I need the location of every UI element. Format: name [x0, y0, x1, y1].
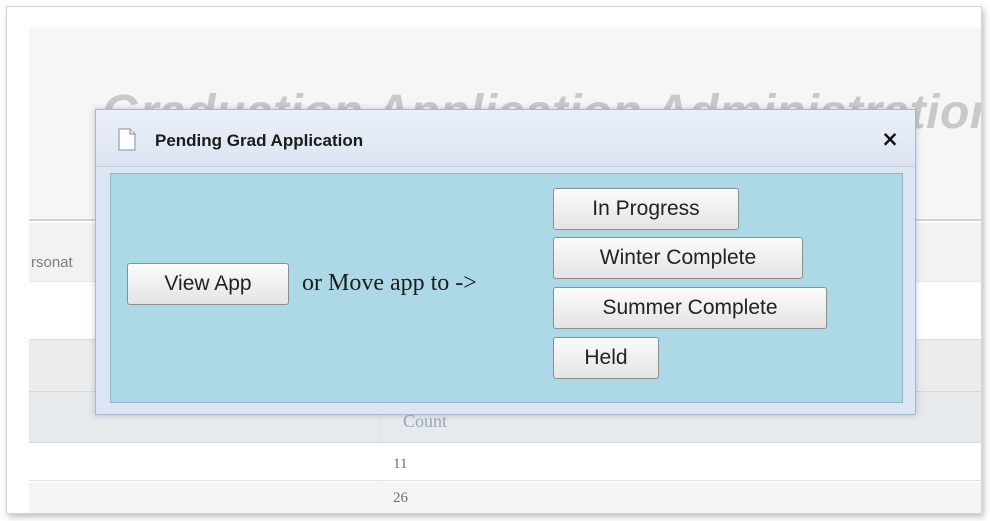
- table-row: [29, 443, 981, 481]
- move-held-button[interactable]: Held: [553, 337, 659, 379]
- view-app-button[interactable]: View App: [127, 263, 289, 305]
- pending-grad-application-dialog: Pending Grad Application × View App or M…: [95, 109, 916, 415]
- nav-link-impersonate[interactable]: rsonat: [31, 254, 73, 271]
- table-cell-count: 11: [393, 456, 408, 472]
- screenshot-frame: Graduation Application Administration rs…: [6, 6, 982, 514]
- move-winter-complete-button[interactable]: Winter Complete: [553, 237, 803, 279]
- dialog-title: Pending Grad Application: [155, 131, 364, 150]
- dialog-titlebar[interactable]: Pending Grad Application ×: [96, 110, 915, 167]
- move-app-label: or Move app to ->: [302, 270, 477, 296]
- table-cell-count: 26: [393, 490, 408, 506]
- dialog-content: View App or Move app to -> In Progress W…: [110, 173, 903, 403]
- move-in-progress-button[interactable]: In Progress: [553, 188, 739, 230]
- document-icon: [118, 128, 136, 151]
- close-icon[interactable]: ×: [880, 129, 900, 150]
- table-row: [29, 482, 981, 513]
- move-summer-complete-button[interactable]: Summer Complete: [553, 287, 827, 329]
